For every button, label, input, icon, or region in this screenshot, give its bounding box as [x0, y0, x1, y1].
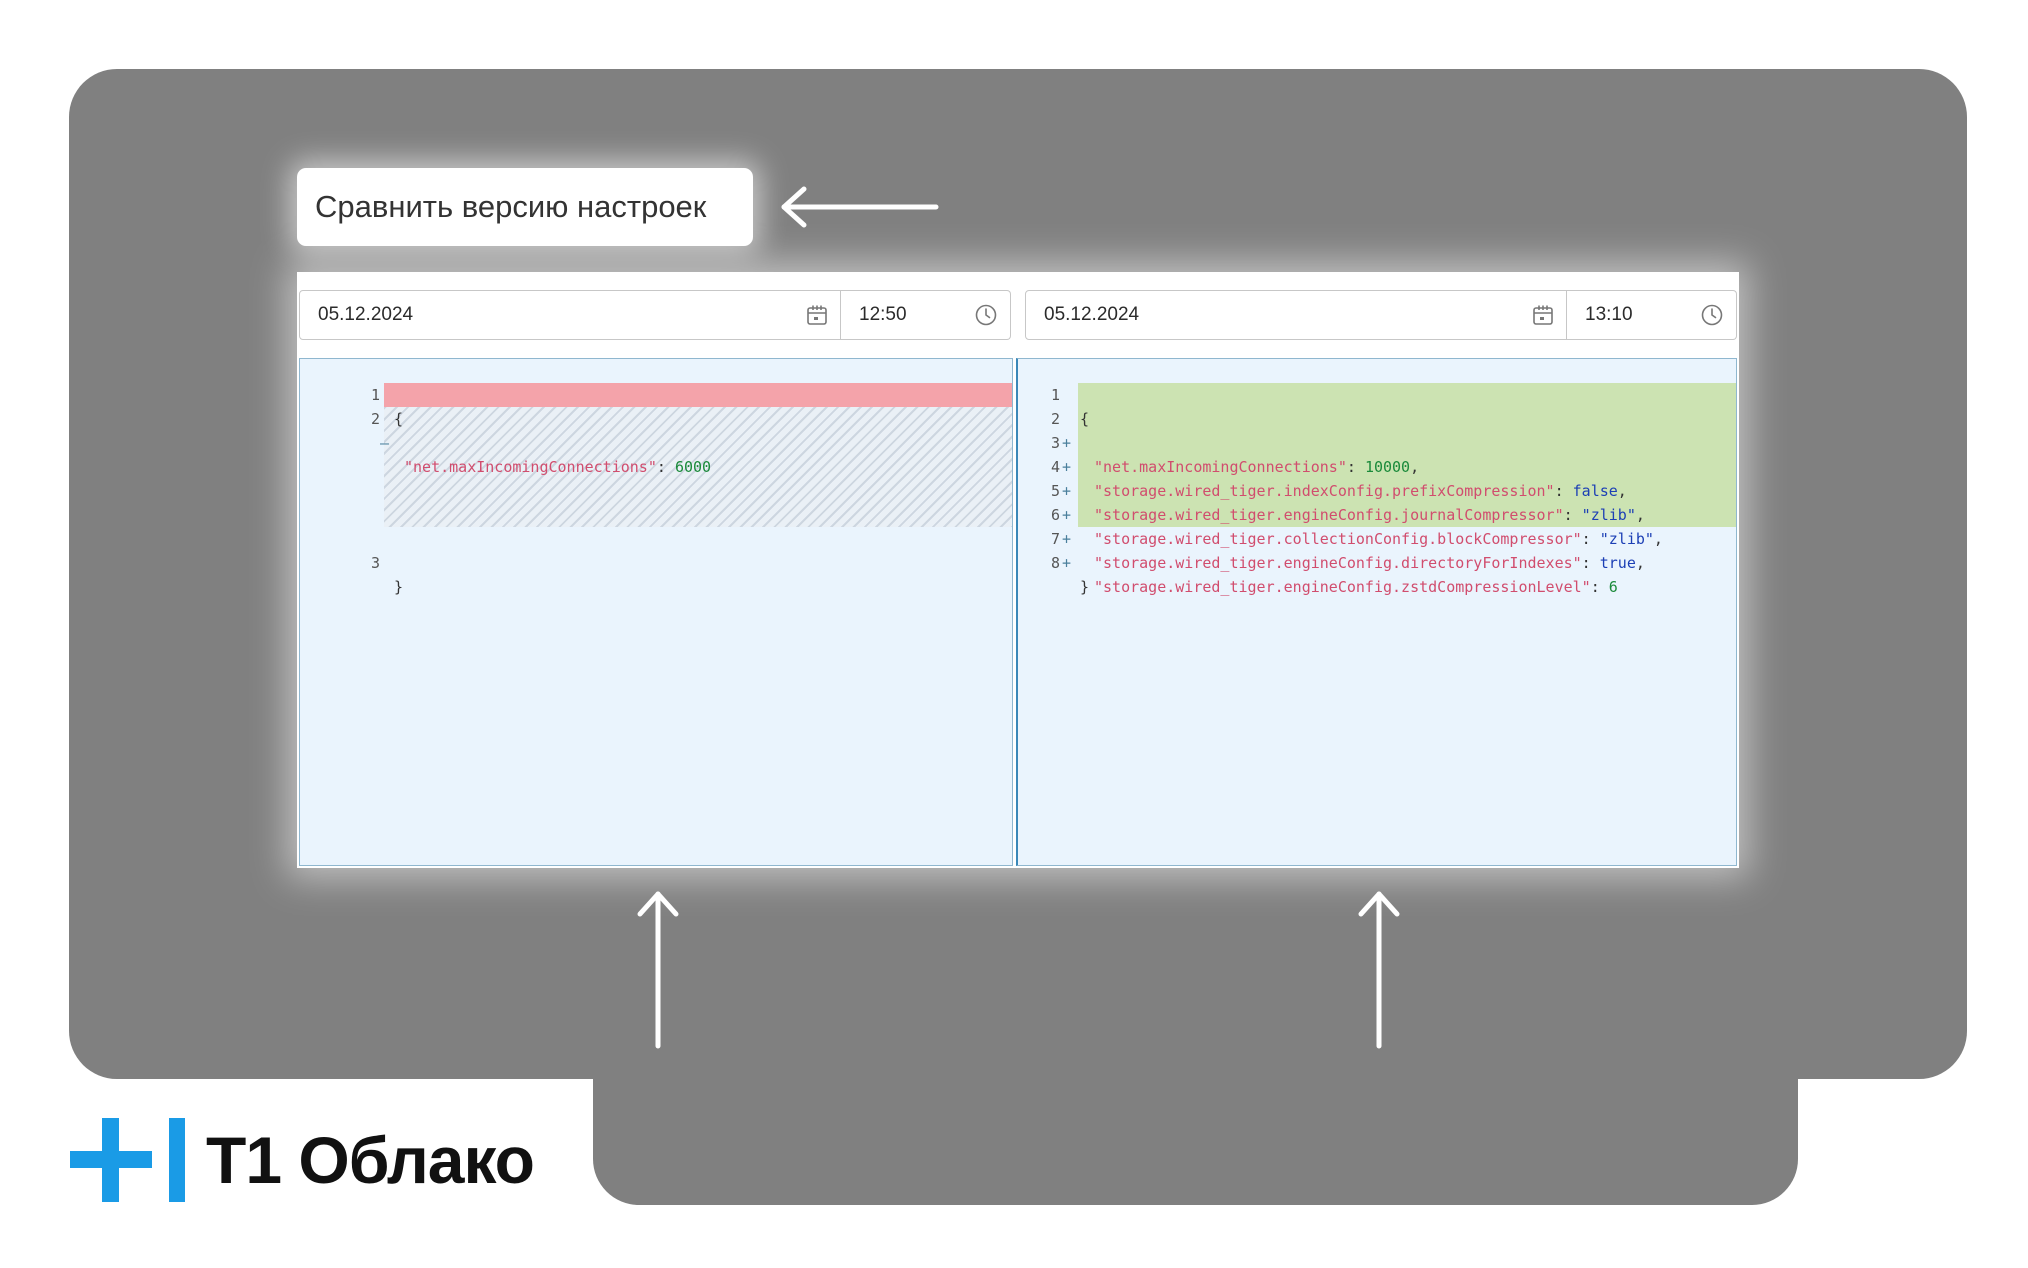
json-separator: : [656, 458, 675, 476]
code-text: "storage.wired_tiger.indexConfig.prefixC… [1094, 479, 1627, 503]
json-key: "storage.wired_tiger.collectionConfig.bl… [1094, 530, 1582, 548]
right-date-field[interactable]: 05.12.2024 [1025, 290, 1567, 340]
brand-logo: T1 Облако [70, 1118, 535, 1202]
line-number: 8 [1050, 554, 1060, 572]
calendar-icon[interactable] [1532, 304, 1554, 326]
diff-mark: – [380, 434, 390, 452]
json-value: "zlib" [1599, 530, 1654, 548]
json-separator: : [1346, 458, 1365, 476]
json-comma: , [1635, 506, 1645, 524]
left-time-field[interactable]: 12:50 [841, 290, 1011, 340]
json-key: "storage.wired_tiger.engineConfig.zstdCo… [1094, 578, 1591, 596]
json-key: "storage.wired_tiger.engineConfig.direct… [1094, 554, 1582, 572]
right-date-value: 05.12.2024 [1044, 304, 1140, 325]
backdrop-tab [593, 1000, 1798, 1205]
json-key: "storage.wired_tiger.engineConfig.journa… [1094, 506, 1564, 524]
code-text: } [394, 578, 404, 596]
left-version-picker: 05.12.2024 12:50 [299, 290, 1011, 340]
json-value: false [1572, 482, 1618, 500]
json-value: 6000 [674, 458, 712, 476]
code-line: 3 } [300, 527, 403, 596]
code-text: "storage.wired_tiger.engineConfig.direct… [1094, 551, 1645, 575]
json-value: 10000 [1364, 458, 1411, 476]
line-number: 3 [370, 554, 380, 572]
code-line-added: 7 + "storage.wired_tiger.engineConfig.zs… [1018, 503, 1618, 596]
code-line-added: 3 + "storage.wired_tiger.indexConfig.pre… [1018, 407, 1627, 500]
left-time-value: 12:50 [859, 304, 907, 325]
arrow-up-icon [637, 891, 679, 1049]
json-separator: : [1590, 578, 1609, 596]
json-value: "zlib" [1581, 506, 1636, 524]
compare-settings-version-button[interactable]: Сравнить версию настроек [297, 168, 753, 246]
json-comma: , [1617, 482, 1627, 500]
json-key: "net.maxIncomingConnections" [404, 458, 657, 476]
json-separator: : [1581, 530, 1600, 548]
code-text: "storage.wired_tiger.collectionConfig.bl… [1094, 527, 1663, 551]
code-line-deleted: 2 – "net.maxIncomingConnections": 6000 [300, 383, 711, 476]
json-comma: , [1653, 530, 1663, 548]
right-time-value: 13:10 [1585, 304, 1633, 325]
brand-name: T1 Облако [206, 1123, 535, 1197]
code-line-added: 6 + "storage.wired_tiger.engineConfig.di… [1018, 479, 1645, 572]
diff-panel: 05.12.2024 12:50 05.12.2024 13:10 1 {2 … [297, 272, 1739, 868]
arrow-left-icon [781, 186, 939, 228]
code-line-added: 2 + "net.maxIncomingConnections": 10000, [1018, 383, 1419, 476]
right-diff-pane[interactable]: 1 { 2 + "net.maxIncomingConnections": 10… [1016, 358, 1737, 866]
right-time-field[interactable]: 13:10 [1567, 290, 1737, 340]
code-line-added: 4 + "storage.wired_tiger.engineConfig.jo… [1018, 431, 1645, 524]
json-key: "net.maxIncomingConnections" [1094, 458, 1347, 476]
code-line-added: 5 + "storage.wired_tiger.collectionConfi… [1018, 455, 1663, 548]
json-comma: , [1635, 554, 1645, 572]
code-text: "storage.wired_tiger.engineConfig.journa… [1094, 503, 1645, 527]
json-key: "storage.wired_tiger.indexConfig.prefixC… [1094, 482, 1555, 500]
json-separator: : [1581, 554, 1600, 572]
clock-icon[interactable] [974, 303, 998, 327]
code-text: { [1080, 410, 1090, 428]
code-line: 1 { [300, 359, 403, 428]
code-text: "net.maxIncomingConnections": 10000, [1094, 455, 1419, 479]
code-text: "storage.wired_tiger.engineConfig.zstdCo… [1094, 575, 1618, 599]
code-line: 8 } [1018, 527, 1089, 596]
calendar-icon[interactable] [806, 304, 828, 326]
arrow-up-icon [1358, 891, 1400, 1049]
json-value: 6 [1608, 578, 1618, 596]
json-separator: : [1554, 482, 1573, 500]
clock-icon[interactable] [1700, 303, 1724, 327]
json-separator: : [1563, 506, 1582, 524]
json-value: true [1599, 554, 1636, 572]
code-text: "net.maxIncomingConnections": 6000 [404, 455, 711, 479]
code-text: } [1080, 578, 1090, 596]
t1-logo-icon [70, 1118, 185, 1202]
code-text: { [394, 410, 404, 428]
left-diff-pane[interactable]: 1 { 2 – "net.maxIncomingConnections": 60… [299, 358, 1013, 866]
left-date-value: 05.12.2024 [318, 304, 414, 325]
line-number: 2 [370, 410, 380, 428]
right-version-picker: 05.12.2024 13:10 [1025, 290, 1737, 340]
json-comma: , [1410, 458, 1420, 476]
code-line: 1 { [1018, 359, 1089, 428]
left-date-field[interactable]: 05.12.2024 [299, 290, 841, 340]
deleted-line-highlight [384, 383, 1012, 407]
